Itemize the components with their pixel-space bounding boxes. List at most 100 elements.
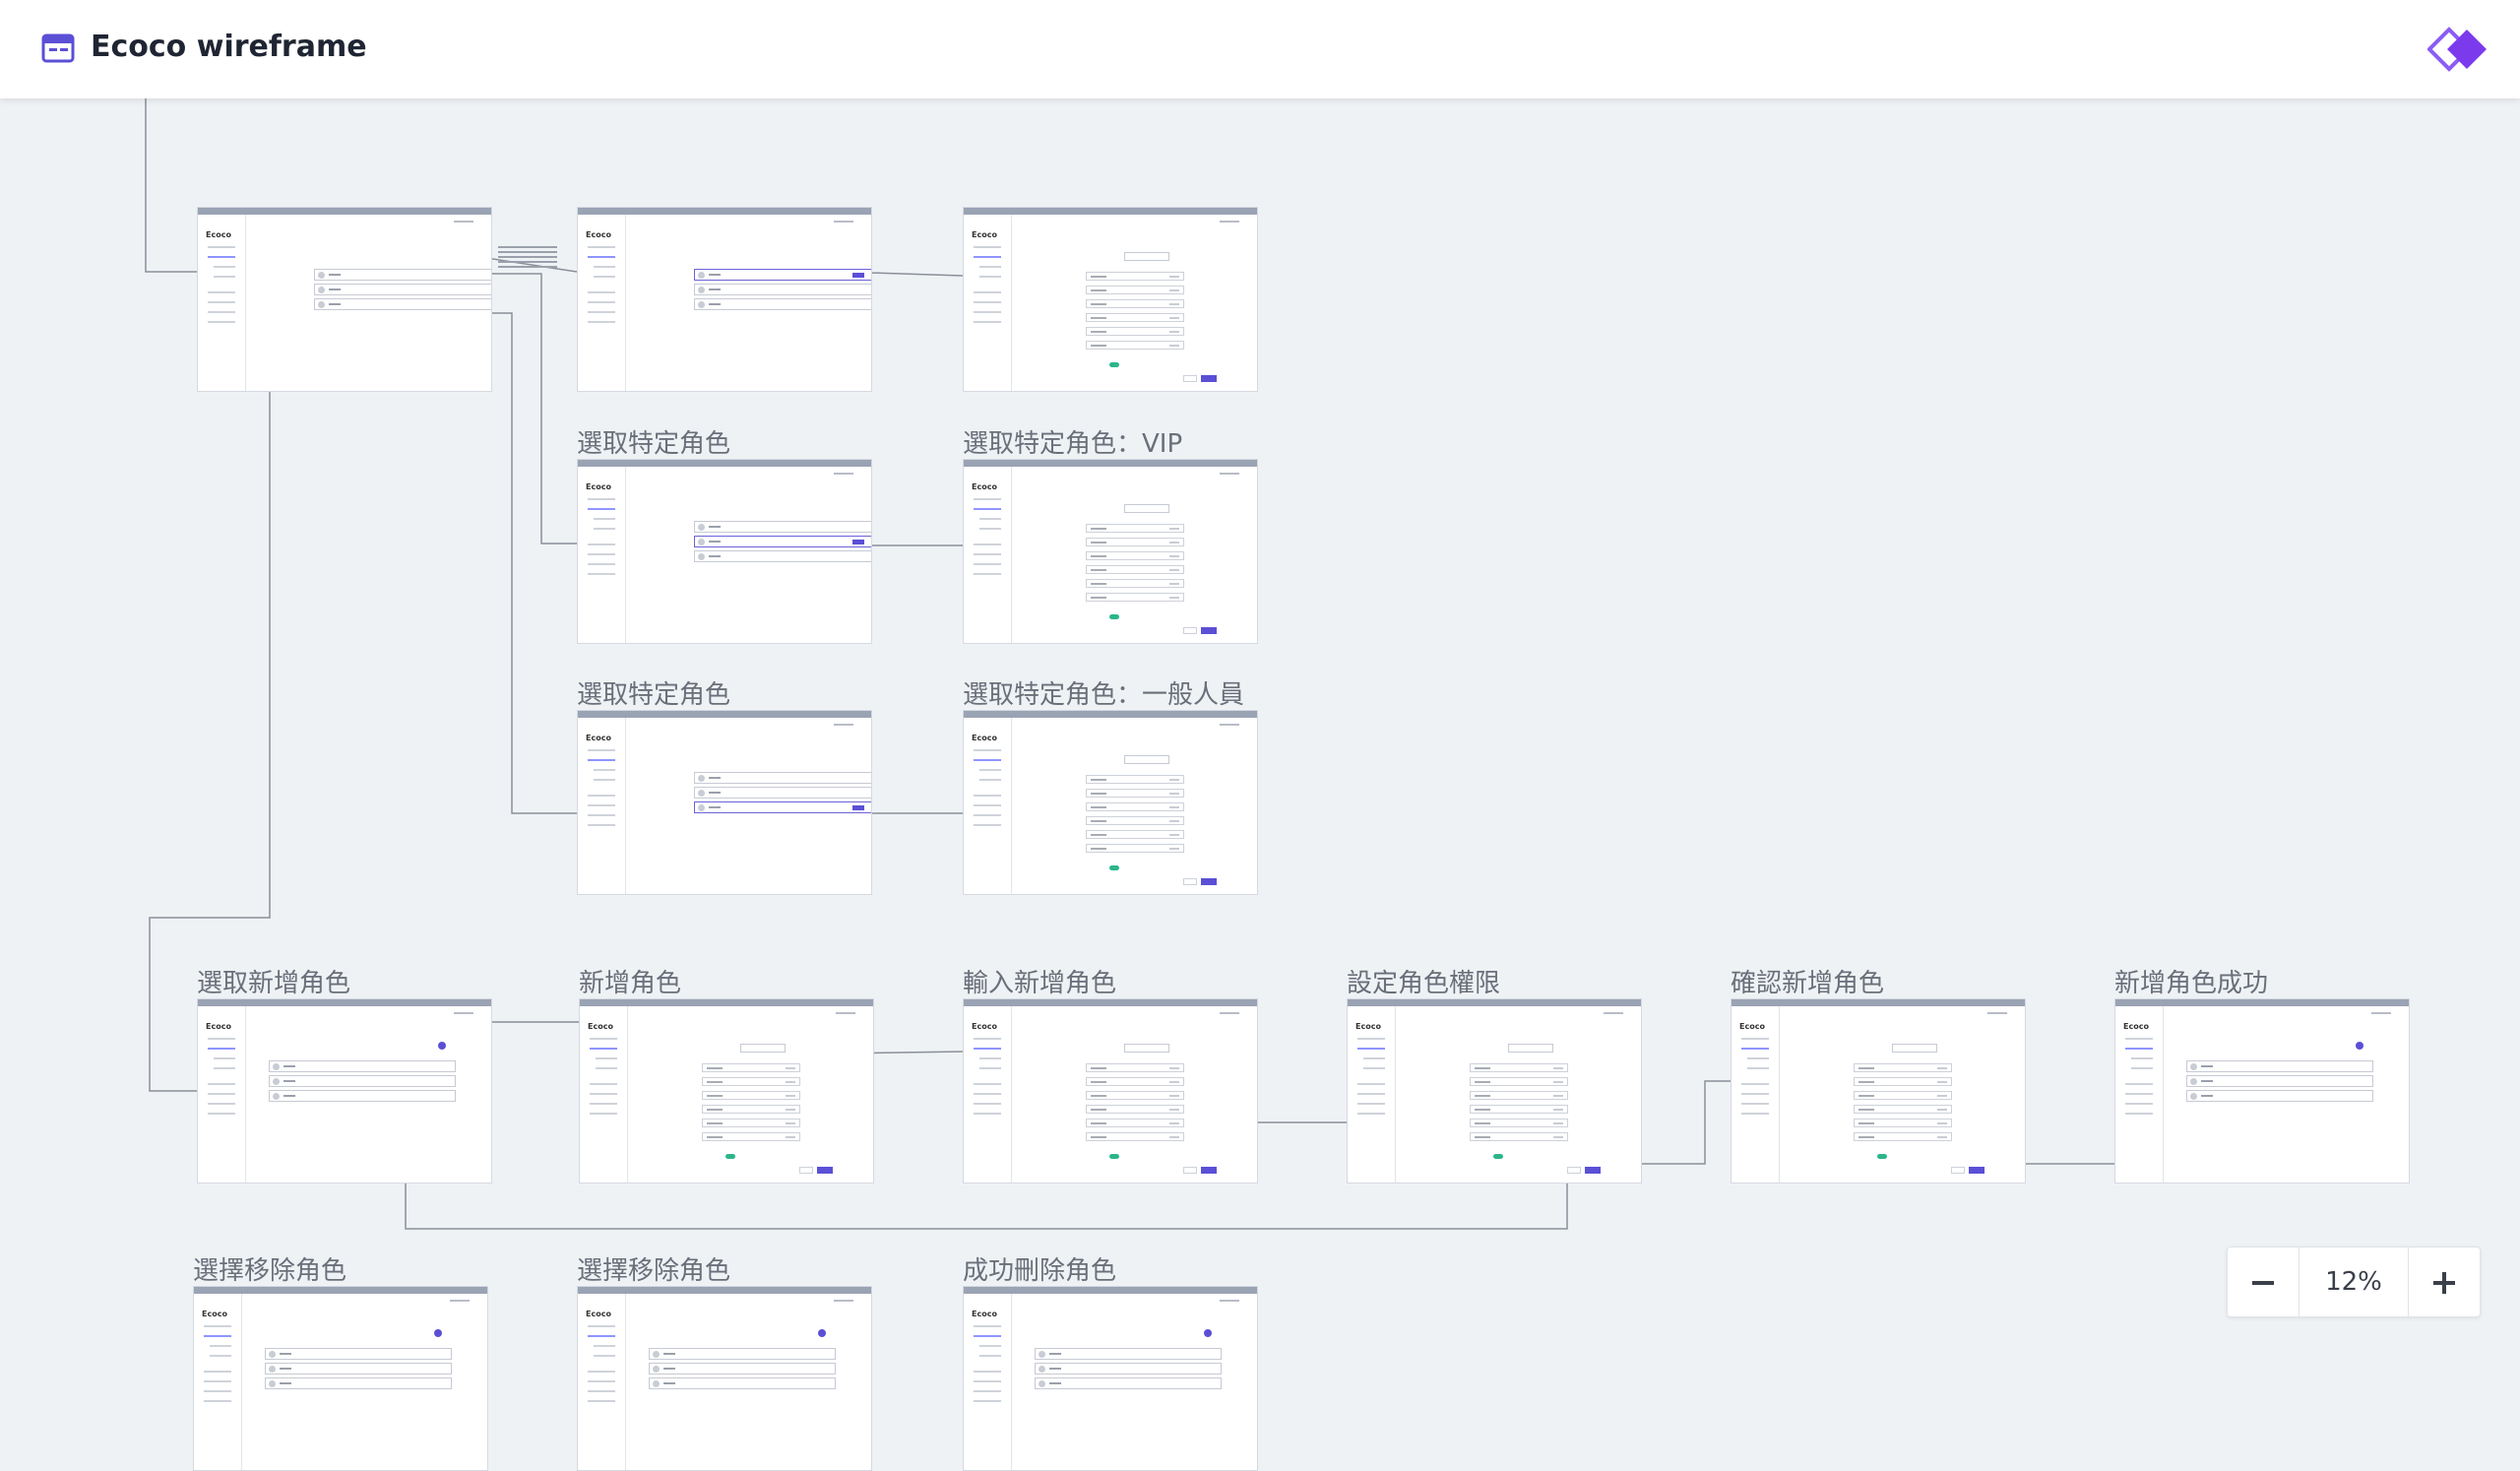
field-label [1475, 1122, 1490, 1124]
role-name [2201, 1065, 2213, 1067]
sidebar-item [974, 814, 1001, 816]
wireframe-frame[interactable]: Ecoco [963, 459, 1258, 644]
sidebar-item [590, 1038, 617, 1040]
wireframe-frame[interactable]: Ecoco [579, 998, 874, 1183]
sidebar-item [594, 528, 615, 530]
wireframe-frame[interactable]: Ecoco [577, 1286, 872, 1471]
wireframe-frame[interactable]: Ecoco [577, 459, 872, 644]
field-label [1475, 1095, 1490, 1097]
sidebar-item [588, 498, 615, 500]
avatar [273, 1078, 280, 1085]
zeplin-diamond-logo[interactable] [2427, 26, 2488, 73]
sidebar-item [588, 749, 615, 751]
wireframe-frame[interactable]: Ecoco [1347, 998, 1642, 1183]
sidebar-item [588, 301, 615, 303]
toggle-switch [1109, 1154, 1119, 1159]
sidebar-item [208, 1093, 235, 1095]
avatar [318, 287, 325, 293]
field-label [1858, 1067, 1874, 1069]
role-name-field [1124, 1044, 1169, 1053]
role-name [1049, 1382, 1061, 1384]
avatar [269, 1366, 276, 1373]
frame-label: 設定角色權限 [1347, 969, 1501, 998]
sidebar-item [974, 1380, 1001, 1382]
frame-content [1395, 1006, 1641, 1183]
wireframe-frame[interactable]: Ecoco [963, 1286, 1258, 1471]
cancel-button [1183, 627, 1197, 634]
edit-button [852, 805, 864, 810]
frame-topbar [964, 1287, 1257, 1294]
role-row [2186, 1075, 2373, 1087]
toggle-switch [1493, 1154, 1503, 1159]
role-row [1035, 1377, 1222, 1389]
sidebar-item [974, 498, 1001, 500]
wireframe-frame[interactable]: Ecoco [2114, 998, 2410, 1183]
wireframe-frame[interactable]: Ecoco [577, 207, 872, 392]
zoom-in-button[interactable] [2408, 1247, 2480, 1316]
wireframe-frame[interactable]: Ecoco [197, 998, 492, 1183]
sidebar-item [588, 759, 615, 761]
field-label [1091, 1095, 1106, 1097]
sidebar-item [1741, 1083, 1769, 1085]
wireframe-canvas[interactable]: Ecoco Ecoco Ecoco 選取特定角色 Ecoco 選取特定角色：VIP Ecoc… [0, 98, 2520, 1471]
frame-topbar [1732, 999, 2025, 1006]
role-row [269, 1075, 456, 1087]
avatar [273, 1063, 280, 1070]
field-label [1091, 806, 1106, 808]
permission-field [1086, 789, 1184, 798]
frame-topbar [578, 711, 871, 718]
frame-label: 選擇移除角色 [577, 1256, 731, 1286]
permission-field [702, 1091, 800, 1100]
wireframe-frame[interactable]: Ecoco [193, 1286, 488, 1471]
frame-content [245, 1006, 491, 1183]
sidebar-item [2125, 1038, 2153, 1040]
role-name [709, 555, 721, 557]
field-label [1858, 1095, 1874, 1097]
sidebar-item [2125, 1083, 2153, 1085]
sidebar-item [1741, 1103, 1769, 1105]
confirm-button [1585, 1167, 1601, 1174]
field-value [786, 1122, 795, 1124]
sidebar-item [974, 1048, 1001, 1050]
wireframe-frame[interactable]: Ecoco [577, 710, 872, 895]
field-label [1858, 1109, 1874, 1111]
wireframe-frame[interactable]: Ecoco [1731, 998, 2026, 1183]
role-row [2186, 1090, 2373, 1102]
avatar [698, 272, 705, 279]
zoom-out-button[interactable] [2228, 1247, 2300, 1316]
permission-field [1086, 1132, 1184, 1141]
wireframe-frame[interactable]: Ecoco [963, 207, 1258, 392]
frame-content [625, 467, 871, 643]
wireframe-frame[interactable]: Ecoco [197, 207, 492, 392]
field-value [1169, 1095, 1179, 1097]
frame-label: 選取特定角色 [577, 680, 731, 710]
zoom-level: 12% [2325, 1267, 2382, 1297]
role-name [709, 541, 721, 543]
frame-sidebar: Ecoco [580, 1006, 628, 1183]
role-name [709, 288, 721, 290]
role-name-field [1892, 1044, 1937, 1053]
sidebar-item [588, 256, 615, 258]
toggle-switch [1109, 362, 1119, 367]
permission-field [702, 1132, 800, 1141]
field-label [1475, 1081, 1490, 1083]
sidebar-item [1747, 1057, 1769, 1059]
sidebar-item [974, 1325, 1001, 1327]
field-label [1475, 1109, 1490, 1111]
wireframe-frame[interactable]: Ecoco [963, 998, 1258, 1183]
frame-brand: Ecoco [588, 1022, 613, 1031]
frame-label: 確認新增角色 [1731, 969, 1885, 998]
role-row [694, 298, 871, 310]
permission-field [1086, 1119, 1184, 1127]
role-name [280, 1368, 291, 1370]
sidebar-item [974, 1038, 1001, 1040]
field-label [1091, 303, 1106, 305]
role-name [284, 1095, 295, 1097]
sidebar-item [204, 1335, 231, 1337]
browser-window-icon [41, 33, 75, 63]
role-name [1049, 1368, 1061, 1370]
permission-field [1086, 775, 1184, 784]
frame-brand: Ecoco [202, 1310, 227, 1318]
wireframe-frame[interactable]: Ecoco [963, 710, 1258, 895]
sidebar-item [974, 246, 1001, 248]
